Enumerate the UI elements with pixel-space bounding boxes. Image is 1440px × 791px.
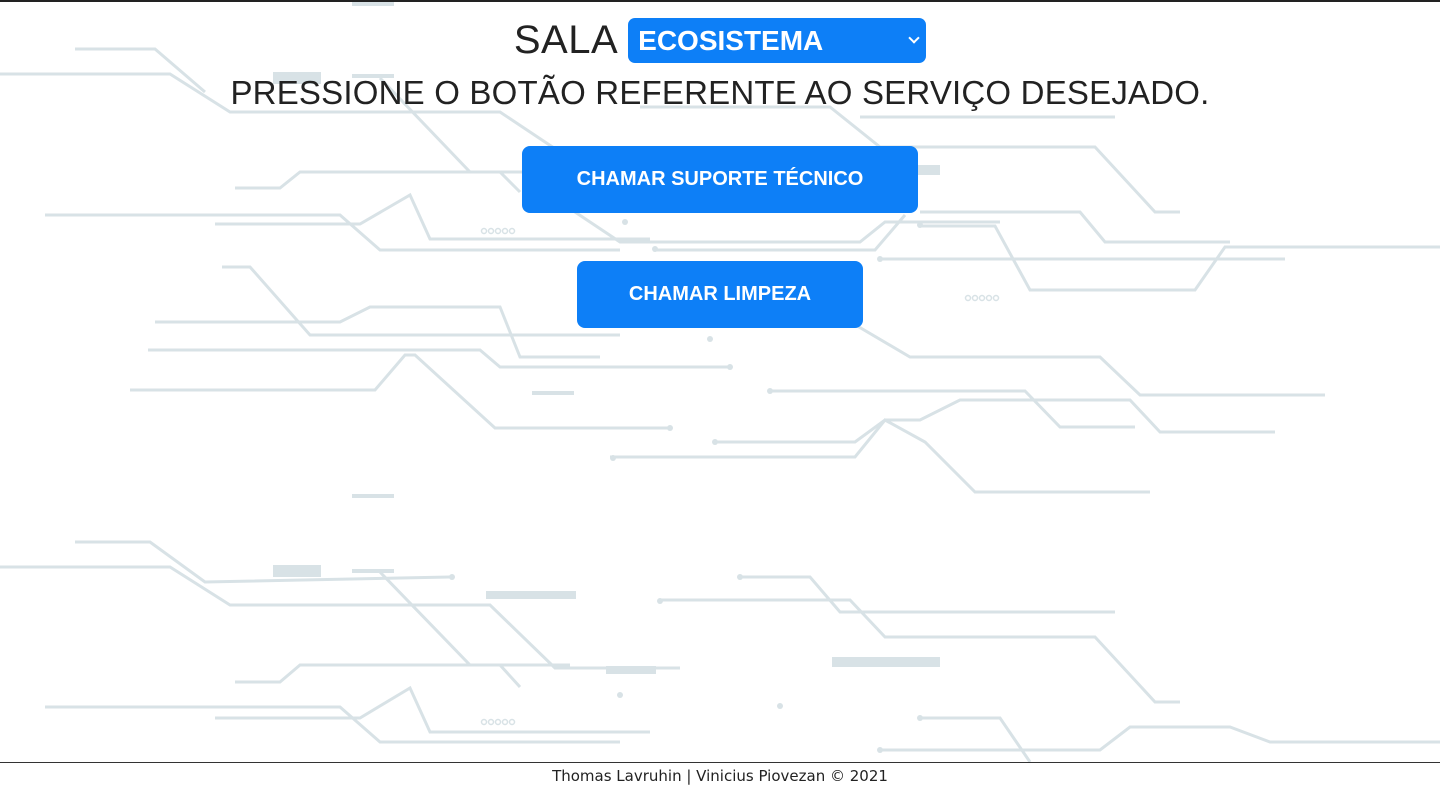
room-select-value: ECOSISTEMA	[638, 24, 824, 56]
footer-credits: Thomas Lavruhin | Vinicius Piovezan © 20…	[552, 767, 888, 785]
circuit-background	[0, 2, 1440, 762]
room-header: SALA ECOSISTEMA	[0, 18, 1440, 63]
footer-divider	[0, 762, 1440, 763]
chevron-down-icon	[908, 32, 920, 44]
room-select[interactable]: ECOSISTEMA	[628, 18, 927, 63]
instruction-text: PRESSIONE O BOTÃO REFERENTE AO SERVIÇO D…	[230, 74, 1210, 111]
call-technical-support-button[interactable]: CHAMAR SUPORTE TÉCNICO	[522, 146, 918, 213]
call-cleaning-button[interactable]: CHAMAR LIMPEZA	[577, 261, 863, 328]
room-label: SALA	[513, 18, 619, 62]
